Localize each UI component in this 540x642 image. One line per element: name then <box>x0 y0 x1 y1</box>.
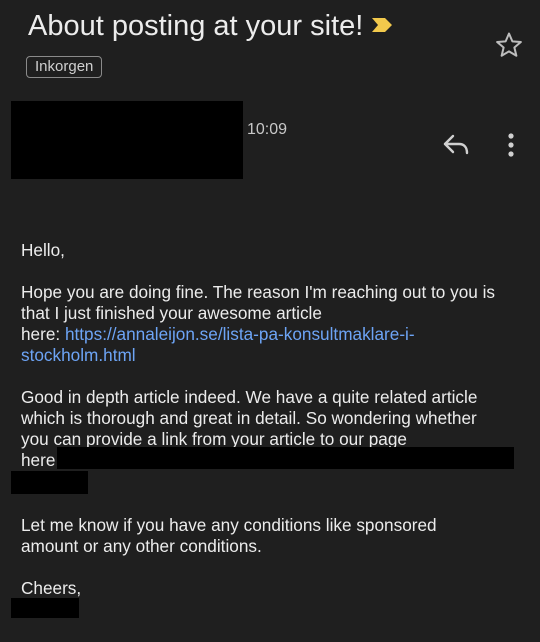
redacted-url-continued <box>11 471 88 494</box>
paragraph-3-line-2: amount or any other conditions. <box>21 536 262 556</box>
closing: Cheers, <box>21 578 82 598</box>
important-marker-icon[interactable] <box>371 17 393 33</box>
paragraph-2-line-1: Good in depth article indeed. We have a … <box>21 387 478 407</box>
greeting: Hello, <box>21 240 65 260</box>
redacted-url <box>57 447 514 469</box>
more-vert-icon[interactable] <box>503 132 519 158</box>
paragraph-1-line-2: that I just finished your awesome articl… <box>21 303 322 323</box>
paragraph-3-line-1: Let me know if you have any conditions l… <box>21 515 437 535</box>
redacted-signature <box>11 598 79 618</box>
subject-title: About posting at your site! <box>28 8 393 44</box>
subject-text: About posting at your site! <box>28 10 364 42</box>
label-chip-inbox[interactable]: Inkorgen <box>26 56 103 78</box>
paragraph-2-line-2: which is thorough and great in detail. S… <box>21 408 477 428</box>
star-icon[interactable] <box>494 30 524 60</box>
timestamp: 10:09 <box>247 121 288 138</box>
paragraph-1-line-3: here: https://annaleijon.se/lista-pa-kon… <box>21 324 521 345</box>
paragraph-1-line-1: Hope you are doing fine. The reason I'm … <box>21 282 495 302</box>
paragraph-3: Let me know if you have any conditions l… <box>21 515 521 557</box>
here-label: here: <box>21 324 65 344</box>
paragraph-1: Hope you are doing fine. The reason I'm … <box>21 282 521 366</box>
reply-icon[interactable] <box>441 132 471 158</box>
article-link[interactable]: https://annaleijon.se/lista-pa-konsultma… <box>65 324 415 344</box>
article-link-continued[interactable]: stockholm.html <box>21 345 521 366</box>
redacted-sender <box>11 101 243 179</box>
